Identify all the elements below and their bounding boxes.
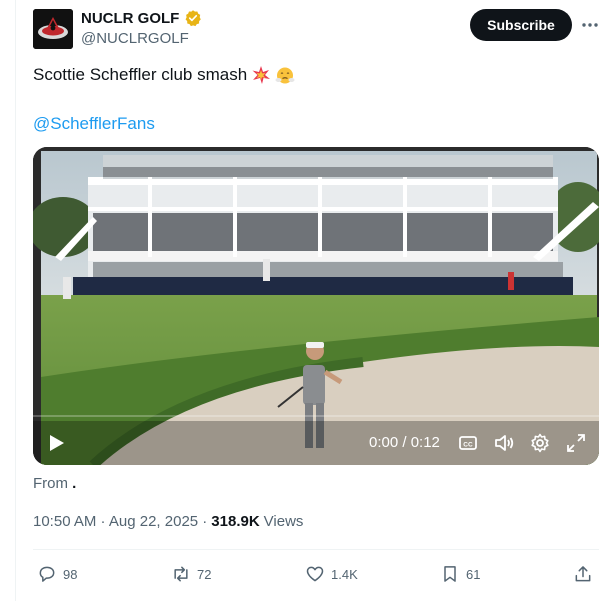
like-button[interactable]: 1.4K — [305, 561, 358, 587]
bookmark-count: 61 — [466, 566, 481, 582]
bookmark-button[interactable]: 61 — [440, 561, 480, 587]
timestamp[interactable]: 10:50 AM · Aug 22, 2025 · — [33, 513, 207, 530]
captions-icon[interactable]: CC — [457, 432, 479, 454]
reply-icon — [39, 566, 55, 582]
from-label: From — [33, 475, 68, 492]
nuclr-logo-icon — [33, 9, 73, 49]
left-border — [15, 0, 16, 601]
avatar[interactable] — [33, 9, 73, 49]
views-count: 318.9K — [211, 513, 260, 530]
reply-button[interactable]: 98 — [37, 561, 77, 587]
display-name[interactable]: NUCLR GOLF — [81, 10, 179, 27]
repost-count: 72 — [197, 566, 212, 582]
play-icon[interactable] — [45, 432, 67, 454]
tweet-text: Scottie Scheffler club smash — [33, 65, 248, 84]
author-name-row: NUCLR GOLF — [81, 9, 202, 27]
views-label: Views — [263, 513, 304, 530]
volume-icon[interactable] — [493, 432, 515, 454]
video-time: 0:00 / 0:12 — [369, 434, 440, 451]
divider — [33, 549, 599, 550]
face-with-steam-emoji — [275, 67, 295, 84]
verified-badge-icon — [185, 10, 202, 27]
from-value[interactable]: . — [72, 475, 76, 492]
like-count: 1.4K — [331, 566, 358, 582]
bookmark-icon — [444, 566, 456, 582]
share-button[interactable] — [573, 561, 593, 587]
video-frame-golf-course — [33, 147, 599, 465]
source-attribution: From . — [33, 475, 76, 492]
collision-emoji — [252, 66, 271, 84]
action-bar: 98 72 1.4K 61 — [33, 561, 599, 587]
tweet-meta: 10:50 AM · Aug 22, 2025 · 318.9K Views — [33, 513, 303, 530]
svg-text:CC: CC — [463, 442, 473, 449]
repost-button[interactable]: 72 — [171, 561, 211, 587]
video-controls: 0:00 / 0:12 CC — [33, 421, 599, 465]
share-icon — [575, 566, 591, 582]
repost-icon — [174, 566, 188, 582]
reply-count: 98 — [63, 566, 78, 582]
subscribe-button[interactable]: Subscribe — [470, 9, 572, 41]
fullscreen-icon[interactable] — [565, 432, 587, 454]
video-player[interactable]: 0:00 / 0:12 CC — [33, 147, 599, 465]
mention-link[interactable]: @SchefflerFans — [33, 114, 155, 134]
settings-icon[interactable] — [529, 432, 551, 454]
author-handle[interactable]: @NUCLRGOLF — [81, 30, 189, 47]
more-horizontal-icon — [582, 23, 598, 27]
heart-icon — [306, 566, 324, 582]
more-options-button[interactable] — [580, 14, 600, 36]
tweet-text-row: Scottie Scheffler club smash — [33, 65, 295, 85]
